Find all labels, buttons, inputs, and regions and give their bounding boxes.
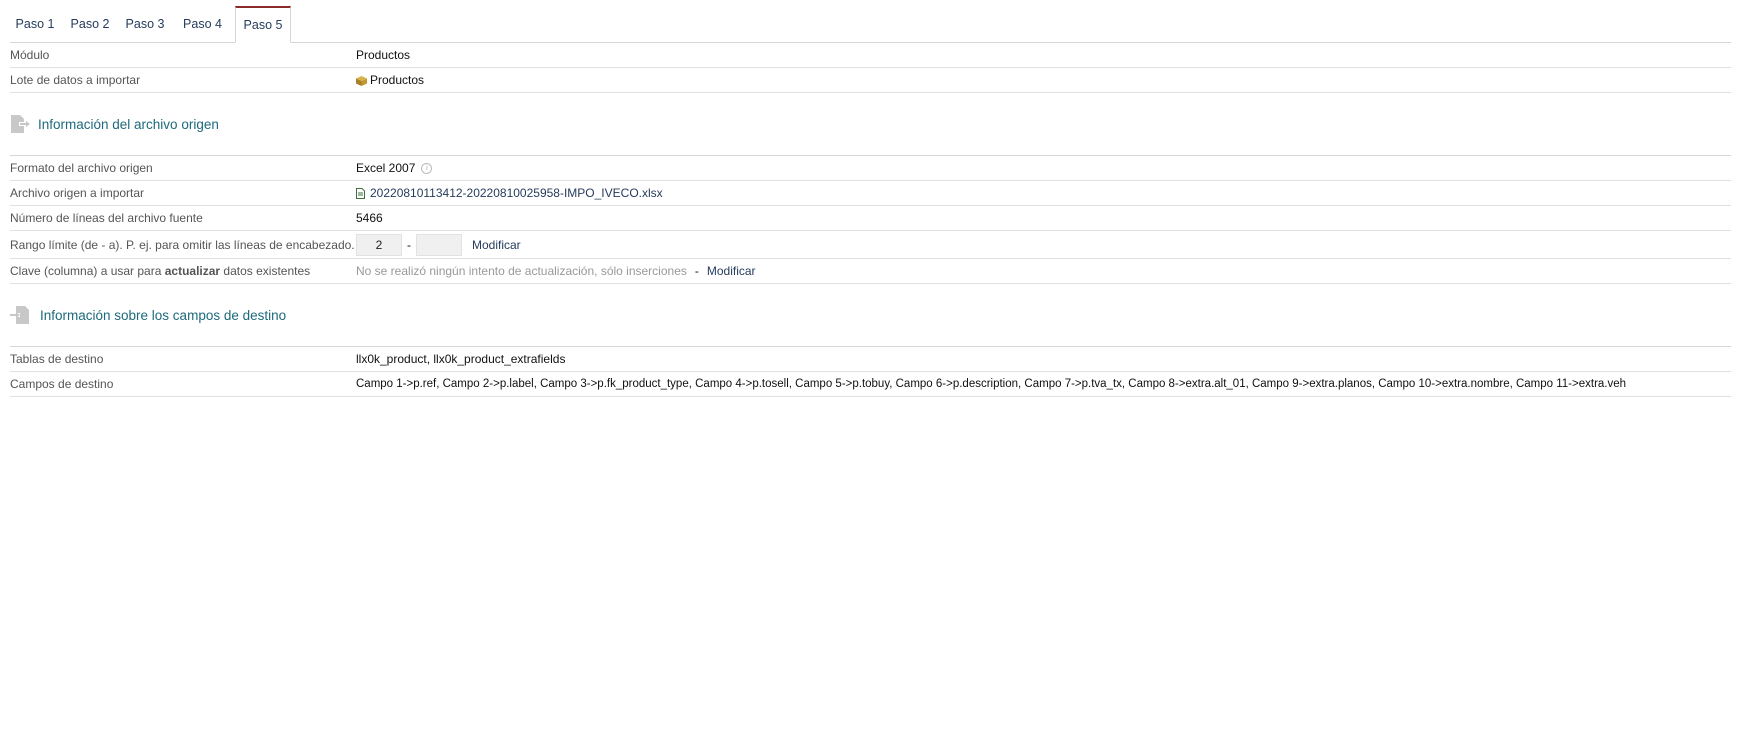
module-label: Módulo — [10, 48, 50, 62]
batch-value: Productos — [370, 73, 425, 87]
file-export-icon — [10, 115, 30, 133]
tab-bar: Paso 1 Paso 2 Paso 3 Paso 4 Paso 5 — [10, 6, 1731, 43]
tab-paso-2[interactable]: Paso 2 — [65, 6, 115, 42]
lines-row: Número de líneas del archivo fuente 5466 — [10, 206, 1731, 231]
format-row: Formato del archivo origen Excel 2007 i — [10, 156, 1731, 181]
source-section-header: Información del archivo origen — [10, 93, 1731, 156]
source-file-link[interactable]: 20220810113412-20220810025958-IMPO_IVECO… — [370, 186, 663, 200]
range-row: Rango límite (de - a). P. ej. para omiti… — [10, 231, 1731, 259]
key-modify-link[interactable]: Modificar — [707, 264, 756, 278]
tables-label: Tablas de destino — [10, 352, 104, 366]
tab-paso-1[interactable]: Paso 1 — [10, 6, 60, 42]
key-row: Clave (columna) a usar para actualizar d… — [10, 259, 1731, 284]
target-section-title: Información sobre los campos de destino — [40, 307, 287, 323]
target-section-header: Información sobre los campos de destino — [10, 284, 1731, 347]
key-separator: - — [694, 264, 699, 278]
batch-row: Lote de datos a importar Productos — [10, 68, 1731, 93]
tab-paso-5[interactable]: Paso 5 — [235, 6, 291, 43]
key-label: Clave (columna) a usar para actualizar d… — [10, 264, 311, 278]
range-from-input[interactable]: 2 — [356, 233, 402, 256]
import-wizard: Paso 1 Paso 2 Paso 3 Paso 4 Paso 5 Módul… — [10, 6, 1731, 397]
fields-row: Campos de destino Campo 1->p.ref, Campo … — [10, 372, 1731, 397]
module-row: Módulo Productos — [10, 43, 1731, 68]
fields-label: Campos de destino — [10, 377, 114, 391]
format-label: Formato del archivo origen — [10, 161, 153, 175]
range-to-input[interactable] — [416, 233, 462, 256]
fields-value: Campo 1->p.ref, Campo 2->p.label, Campo … — [356, 378, 1627, 390]
file-label: Archivo origen a importar — [10, 186, 145, 200]
tab-paso-4[interactable]: Paso 4 — [175, 6, 230, 42]
tables-row: Tablas de destino llx0k_product, llx0k_p… — [10, 347, 1731, 372]
module-value: Productos — [356, 48, 411, 62]
info-icon[interactable]: i — [421, 162, 433, 174]
range-label: Rango límite (de - a). P. ej. para omiti… — [10, 237, 355, 252]
tab-paso-3[interactable]: Paso 3 — [120, 6, 170, 42]
range-separator: - — [407, 237, 411, 252]
batch-label: Lote de datos a importar — [10, 73, 141, 87]
format-value: Excel 2007 — [356, 161, 416, 175]
file-import-icon — [10, 306, 30, 324]
range-modify-link[interactable]: Modificar — [472, 238, 521, 252]
source-section-title: Información del archivo origen — [38, 116, 219, 132]
key-value: No se realizó ningún intento de actualiz… — [356, 264, 687, 278]
tables-value: llx0k_product, llx0k_product_extrafields — [356, 352, 566, 366]
box-icon — [356, 75, 367, 86]
lines-value: 5466 — [356, 211, 383, 225]
file-row: Archivo origen a importar 20220810113412… — [10, 181, 1731, 206]
file-icon — [356, 187, 366, 199]
lines-label: Número de líneas del archivo fuente — [10, 211, 203, 225]
